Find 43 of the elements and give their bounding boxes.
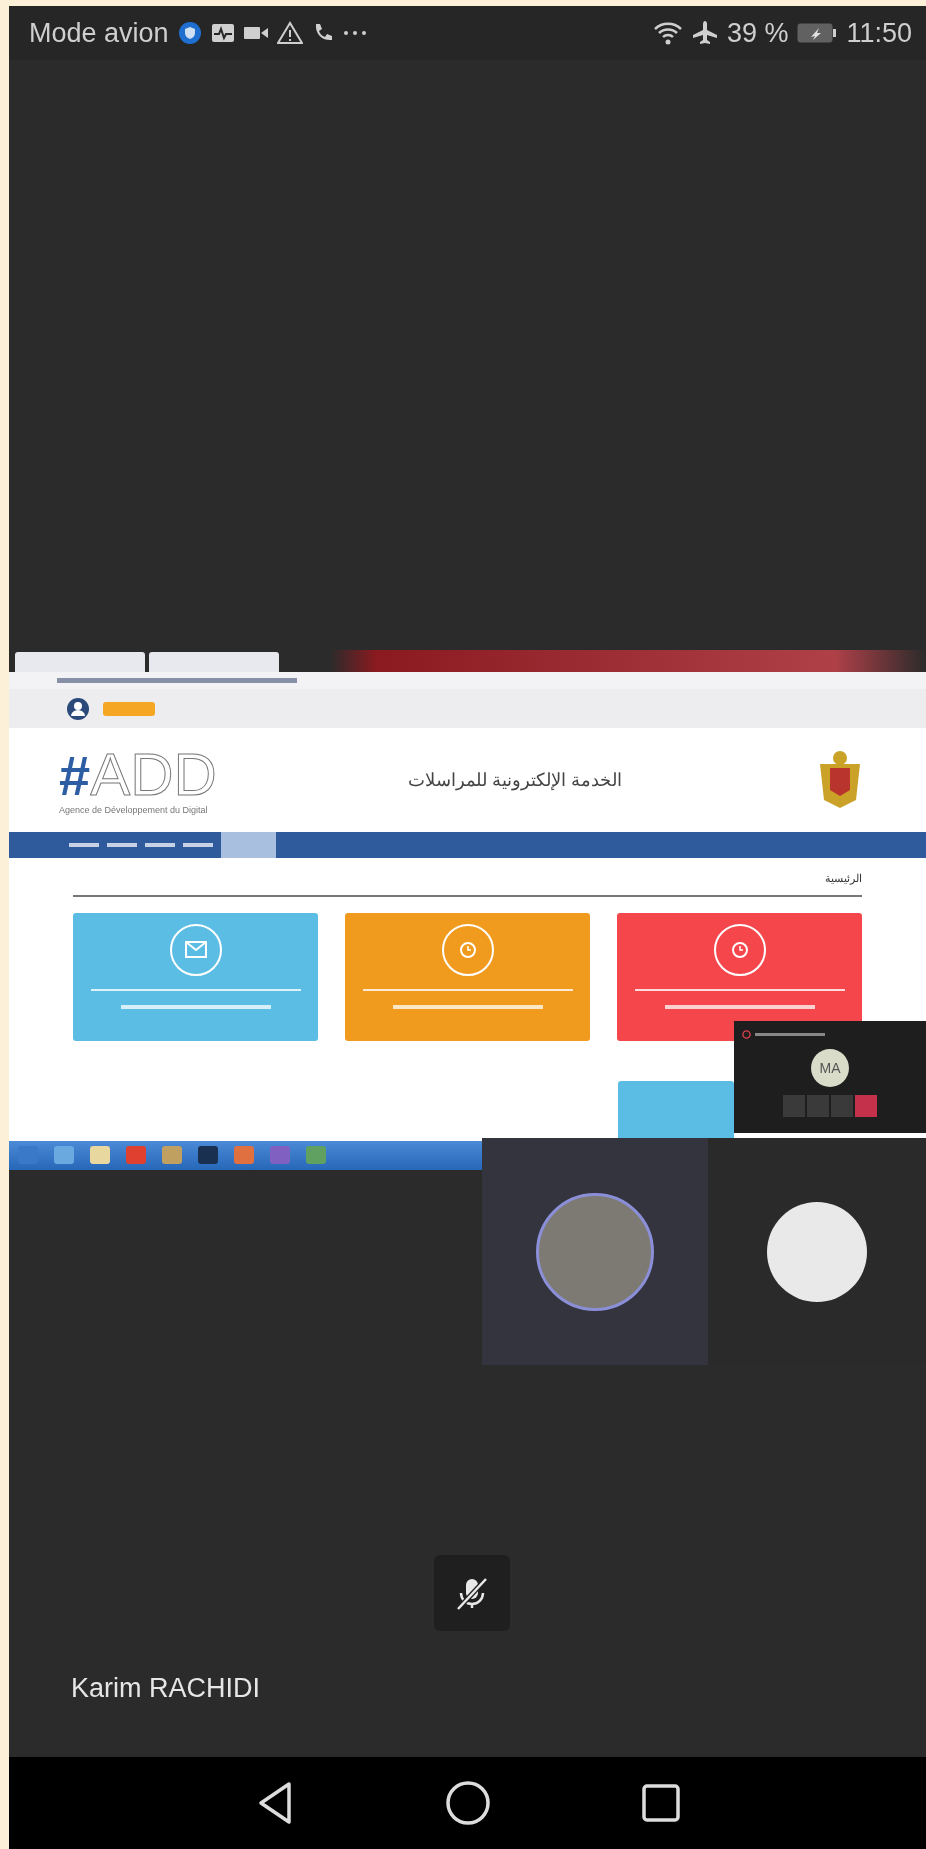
- app-icon[interactable]: [51, 1144, 77, 1167]
- recents-button[interactable]: [640, 1783, 681, 1823]
- nav-home-tab[interactable]: [221, 831, 276, 858]
- app-icon[interactable]: [87, 1144, 113, 1167]
- nav-item-blur[interactable]: [107, 842, 137, 847]
- mute-button[interactable]: [434, 1555, 510, 1631]
- clock: 11:50: [846, 17, 912, 49]
- stat-card[interactable]: [618, 1080, 734, 1141]
- activity-icon: [210, 22, 235, 44]
- nav-item-blur[interactable]: [145, 842, 175, 847]
- logo-subtitle: Agence de Développement du Digital: [59, 804, 209, 815]
- site-title: الخدمة الإلكترونية للمراسلات: [408, 768, 623, 791]
- clock-icon: [440, 922, 495, 977]
- logo-hash: #: [59, 747, 91, 804]
- envelope-icon: [168, 922, 223, 977]
- avatar-initials: MA: [811, 1048, 849, 1087]
- wifi-icon: [652, 21, 683, 45]
- user-icon[interactable]: [67, 697, 89, 720]
- app-icon[interactable]: [195, 1144, 221, 1167]
- clock-icon: [712, 922, 767, 977]
- record-icon: [742, 1030, 751, 1040]
- window-title-blur: [755, 1033, 825, 1037]
- hang-up-button[interactable]: [855, 1094, 877, 1117]
- participant-name: Karim RACHIDI: [71, 1673, 260, 1704]
- participant-tile[interactable]: [482, 1138, 708, 1365]
- mode-text: Mode avion: [29, 17, 169, 49]
- stat-card[interactable]: [617, 912, 862, 1041]
- warning-icon: [276, 21, 303, 45]
- battery-icon: [797, 23, 838, 43]
- nav-item-blur[interactable]: [183, 842, 213, 847]
- battery-percent: 39 %: [726, 17, 789, 49]
- app-icon[interactable]: [159, 1144, 185, 1167]
- home-button[interactable]: [444, 1780, 491, 1826]
- video-icon: [243, 25, 268, 41]
- airplane-icon: [691, 20, 718, 46]
- nav-item-blur[interactable]: [69, 842, 99, 847]
- shield-icon: [177, 21, 202, 45]
- breadcrumb: الرئيسية: [825, 871, 862, 885]
- app-icon[interactable]: [303, 1144, 329, 1167]
- header-badge[interactable]: [103, 701, 155, 716]
- logo-text: ADD: [90, 744, 217, 805]
- more-icon: [342, 30, 367, 36]
- app-icon[interactable]: [231, 1144, 257, 1167]
